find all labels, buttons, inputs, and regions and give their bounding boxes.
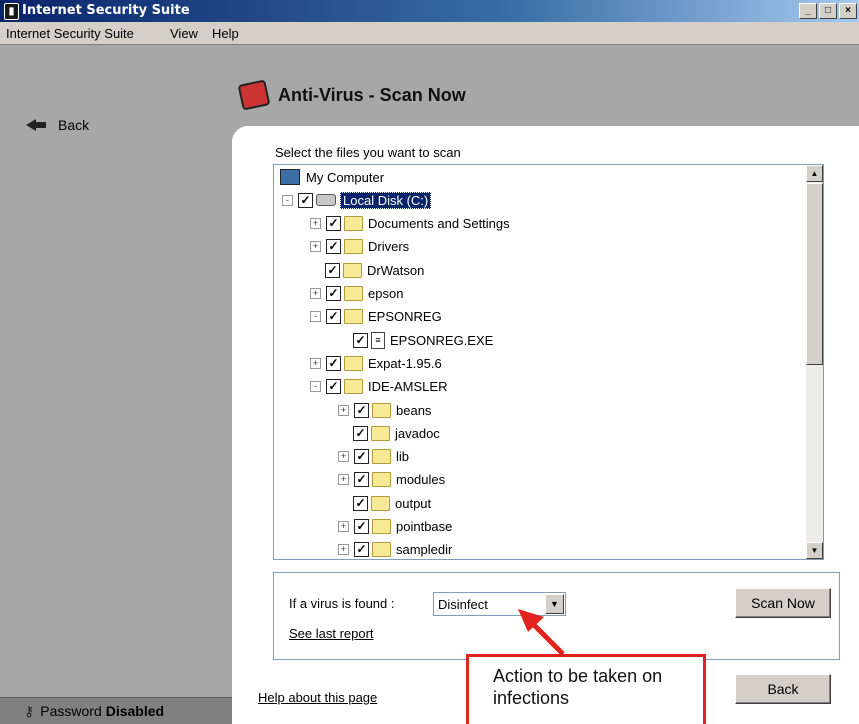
annotation-callout: Action to be taken on infections — [466, 654, 706, 724]
annotation-arrow — [518, 609, 565, 656]
annotation-text: Action to be taken on infections — [493, 666, 663, 708]
